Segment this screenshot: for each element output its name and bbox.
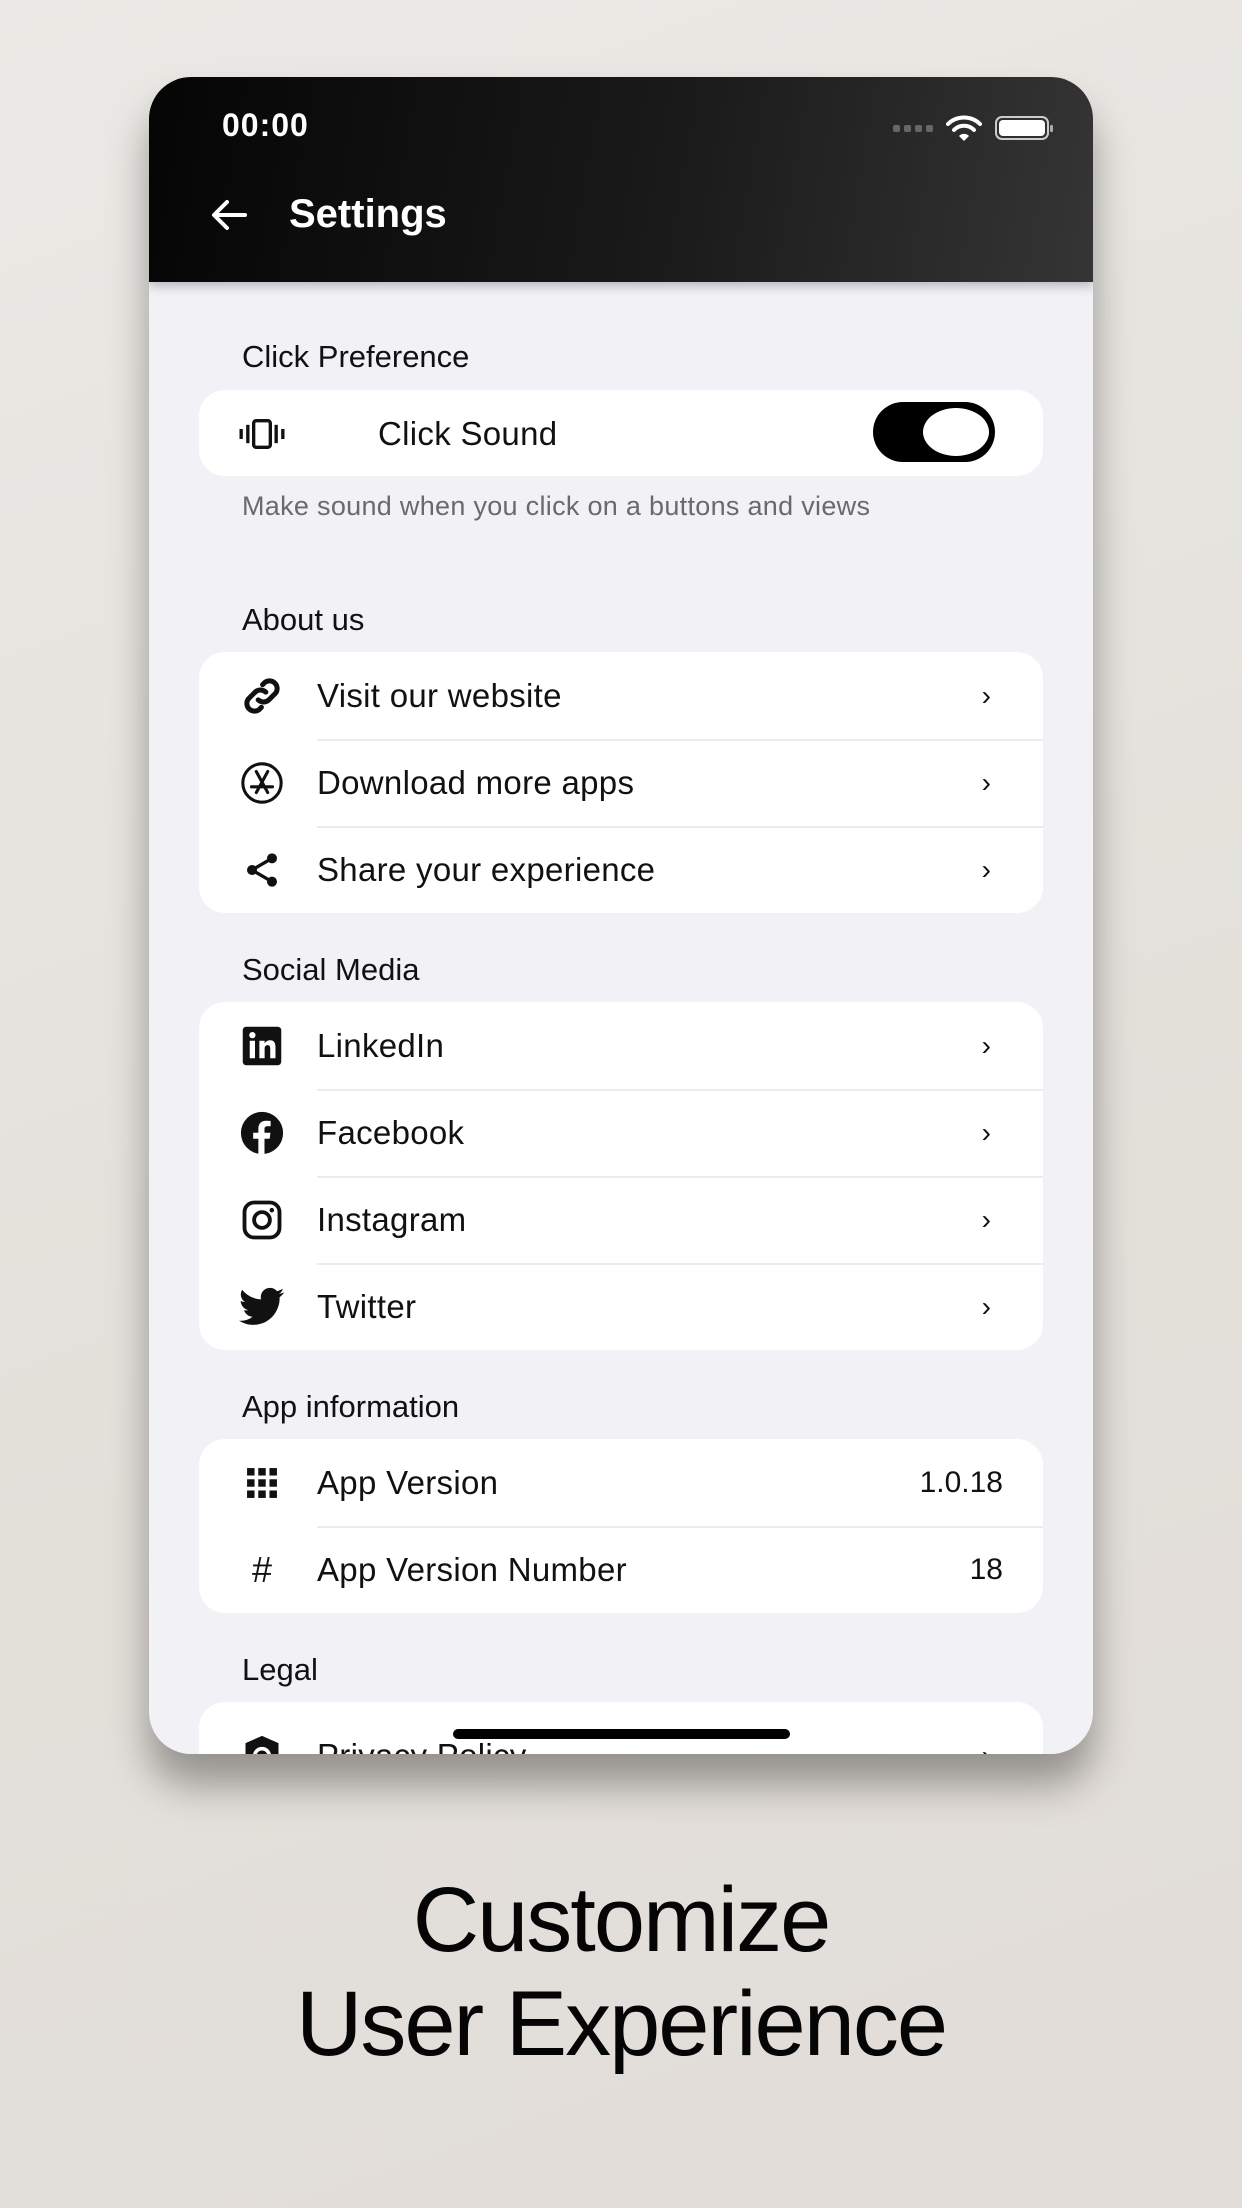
click-preference-card: Click Sound (199, 390, 1043, 476)
signal-icon (893, 124, 933, 132)
facebook-row[interactable]: Facebook › (199, 1089, 1043, 1176)
marketing-caption: Customize User Experience (0, 1868, 1242, 2076)
chevron-right-icon: › (981, 1290, 991, 1322)
app-version-label: App Version (317, 1463, 499, 1501)
download-apps-label: Download more apps (317, 763, 635, 801)
instagram-label: Instagram (317, 1200, 467, 1238)
twitter-icon (237, 1282, 287, 1332)
chevron-right-icon: › (981, 853, 991, 885)
status-icons (893, 113, 1053, 143)
about-us-card: Visit our website › Download more apps ›… (199, 652, 1043, 913)
linkedin-icon (237, 1021, 287, 1071)
privacy-policy-label: Privacy Policy (317, 1737, 527, 1755)
social-media-card: LinkedIn › Facebook › Instagram › Twitte… (199, 1002, 1043, 1350)
caption-line-1: Customize (412, 1869, 832, 1971)
app-header: 00:00 Settings (149, 77, 1093, 282)
click-sound-row: Click Sound (199, 390, 1043, 477)
page-title: Settings (289, 192, 447, 236)
app-store-icon (237, 758, 287, 808)
share-experience-label: Share your experience (317, 850, 656, 888)
phone-screen: 00:00 Settings Click Preference Click So… (149, 77, 1093, 1754)
chevron-right-icon: › (981, 1116, 991, 1148)
section-title-about-us: About us (242, 602, 365, 637)
battery-icon (995, 116, 1053, 140)
share-icon (237, 845, 287, 895)
hash-icon: # (251, 1548, 273, 1590)
grid-icon (237, 1458, 287, 1508)
app-version-number-row: # App Version Number 18 (199, 1526, 1043, 1613)
twitter-row[interactable]: Twitter › (199, 1263, 1043, 1350)
facebook-icon (237, 1108, 287, 1158)
section-title-click-preference: Click Preference (242, 339, 470, 374)
wifi-icon (946, 115, 982, 141)
app-version-number-label: App Version Number (317, 1550, 627, 1588)
caption-line-2: User Experience (295, 1973, 948, 2075)
click-sound-label: Click Sound (378, 414, 558, 452)
app-version-number-value: 18 (969, 1552, 1003, 1586)
linkedin-label: LinkedIn (317, 1026, 445, 1064)
instagram-row[interactable]: Instagram › (199, 1176, 1043, 1263)
download-apps-row[interactable]: Download more apps › (199, 739, 1043, 826)
vibration-icon (237, 409, 287, 459)
app-information-card: App Version 1.0.18 # App Version Number … (199, 1439, 1043, 1613)
section-title-legal: Legal (242, 1652, 318, 1687)
chevron-right-icon: › (981, 1203, 991, 1235)
chevron-right-icon: › (982, 1740, 991, 1755)
facebook-label: Facebook (317, 1113, 465, 1151)
app-version-row: App Version 1.0.18 (199, 1439, 1043, 1526)
status-time: 00:00 (222, 107, 309, 143)
link-icon (237, 671, 287, 721)
click-sound-toggle[interactable] (873, 402, 995, 462)
legal-card: Privacy Policy › (199, 1702, 1043, 1754)
chevron-right-icon: › (981, 679, 991, 711)
section-title-app-information: App information (242, 1389, 460, 1424)
click-sound-description: Make sound when you click on a buttons a… (242, 491, 871, 521)
instagram-icon (237, 1195, 287, 1245)
share-experience-row[interactable]: Share your experience › (199, 826, 1043, 913)
app-version-value: 1.0.18 (919, 1465, 1003, 1499)
chevron-right-icon: › (981, 766, 991, 798)
back-arrow-icon[interactable] (209, 197, 249, 233)
chevron-right-icon: › (981, 1029, 991, 1061)
visit-website-row[interactable]: Visit our website › (199, 652, 1043, 739)
privacy-shield-icon (237, 1731, 287, 1754)
linkedin-row[interactable]: LinkedIn › (199, 1002, 1043, 1089)
home-indicator[interactable] (453, 1729, 790, 1739)
twitter-label: Twitter (317, 1287, 417, 1325)
visit-website-label: Visit our website (317, 676, 562, 714)
section-title-social-media: Social Media (242, 952, 420, 987)
